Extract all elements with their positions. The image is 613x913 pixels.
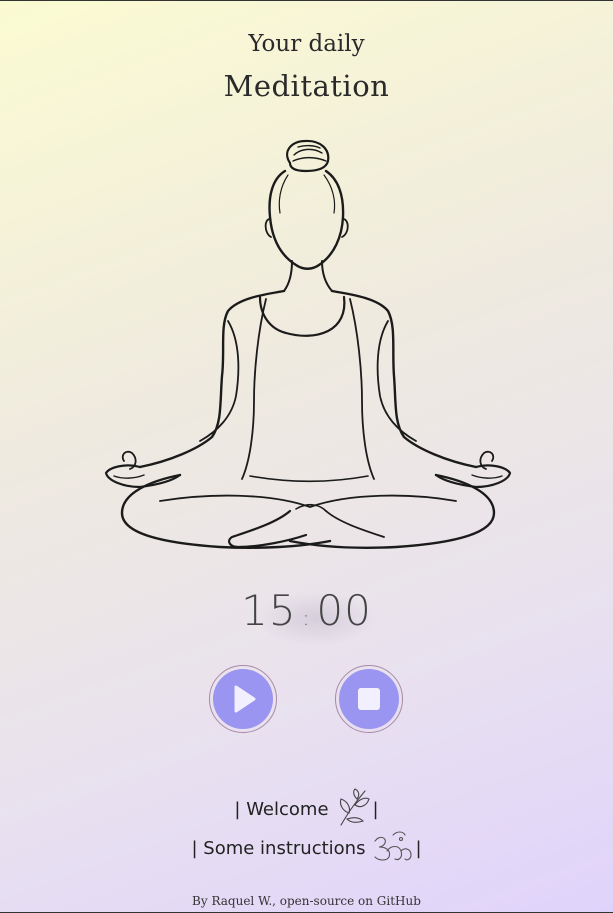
welcome-link-row: | Welcome | [0,787,613,832]
leaf-icon [335,787,371,832]
stop-icon [358,688,380,710]
page-title: Meditation [223,69,390,103]
meditation-illustration [104,139,512,549]
instructions-link[interactable]: Some instructions [203,838,365,859]
om-icon [371,829,413,868]
page-subtitle: Your daily [248,31,365,57]
timer-minutes: 15 [241,586,297,635]
play-button[interactable] [209,665,277,733]
play-button-fill [213,669,273,729]
play-icon [234,685,256,713]
footer-credit[interactable]: By Raquel W., open-source on GitHub [0,894,613,908]
stop-button-fill [339,669,399,729]
pipe-left: | [234,799,247,820]
pipe-right: | [415,838,422,859]
pipe-right: | [372,799,379,820]
countdown-timer: 15:00 [0,586,613,646]
instructions-link-row: | Some instructions | [0,829,613,868]
stop-button[interactable] [335,665,403,733]
pipe-left: | [191,838,204,859]
welcome-link[interactable]: Welcome [246,799,328,820]
timer-seconds: 00 [316,586,372,635]
timer-separator: : [302,605,311,630]
